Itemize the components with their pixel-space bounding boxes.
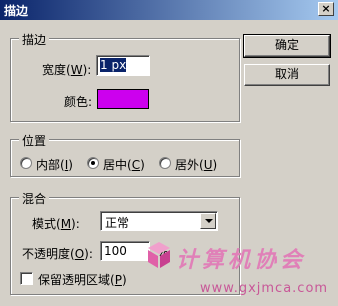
watermark-logo [148, 242, 170, 268]
watermark-title: 计算机协会 [176, 247, 307, 273]
width-value: 1 px [100, 58, 127, 72]
close-button[interactable]: × [318, 2, 334, 16]
ok-button[interactable]: 确定 [243, 34, 331, 58]
position-group-legend: 位置 [19, 132, 50, 149]
cancel-button[interactable]: 取消 [244, 64, 330, 86]
radio-inside-label: 内部(I) [36, 158, 73, 172]
radio-outside[interactable] [159, 157, 171, 169]
dialog-title: 描边 [4, 4, 29, 18]
opacity-label: 不透明度(O): [22, 247, 93, 261]
mode-label: 模式(M): [32, 217, 80, 231]
radio-inside[interactable] [20, 157, 32, 169]
radio-center[interactable] [87, 157, 99, 169]
radio-center-selected-dot [91, 161, 95, 165]
width-label: 宽度(W): [42, 63, 92, 77]
opacity-value: 100 [104, 244, 127, 258]
opacity-input[interactable]: 100 [100, 241, 150, 261]
stroke-group: 描边 [10, 31, 240, 122]
color-label: 颜色: [64, 95, 93, 109]
color-swatch[interactable] [97, 89, 149, 109]
chevron-down-icon[interactable] [200, 213, 216, 229]
stroke-dialog: 描边 × 描边 宽度(W): 1 px 颜色: 位置 内部(I) 居中(C) 居… [0, 0, 338, 306]
stroke-group-legend: 描边 [19, 31, 50, 48]
radio-outside-label: 居外(U) [175, 158, 218, 172]
blend-mode-value: 正常 [105, 216, 130, 230]
blend-group-legend: 混合 [19, 190, 50, 207]
radio-center-label: 居中(C) [103, 158, 145, 172]
title-bar[interactable]: 描边 × [0, 0, 338, 20]
watermark-url: www.gxjmca.com [200, 281, 329, 296]
preserve-transparency-label: 保留透明区域(P) [38, 273, 127, 287]
preserve-transparency-checkbox[interactable] [20, 272, 33, 285]
close-icon: × [321, 2, 331, 15]
blend-mode-select[interactable]: 正常 [100, 211, 218, 231]
width-input[interactable]: 1 px [96, 55, 150, 76]
